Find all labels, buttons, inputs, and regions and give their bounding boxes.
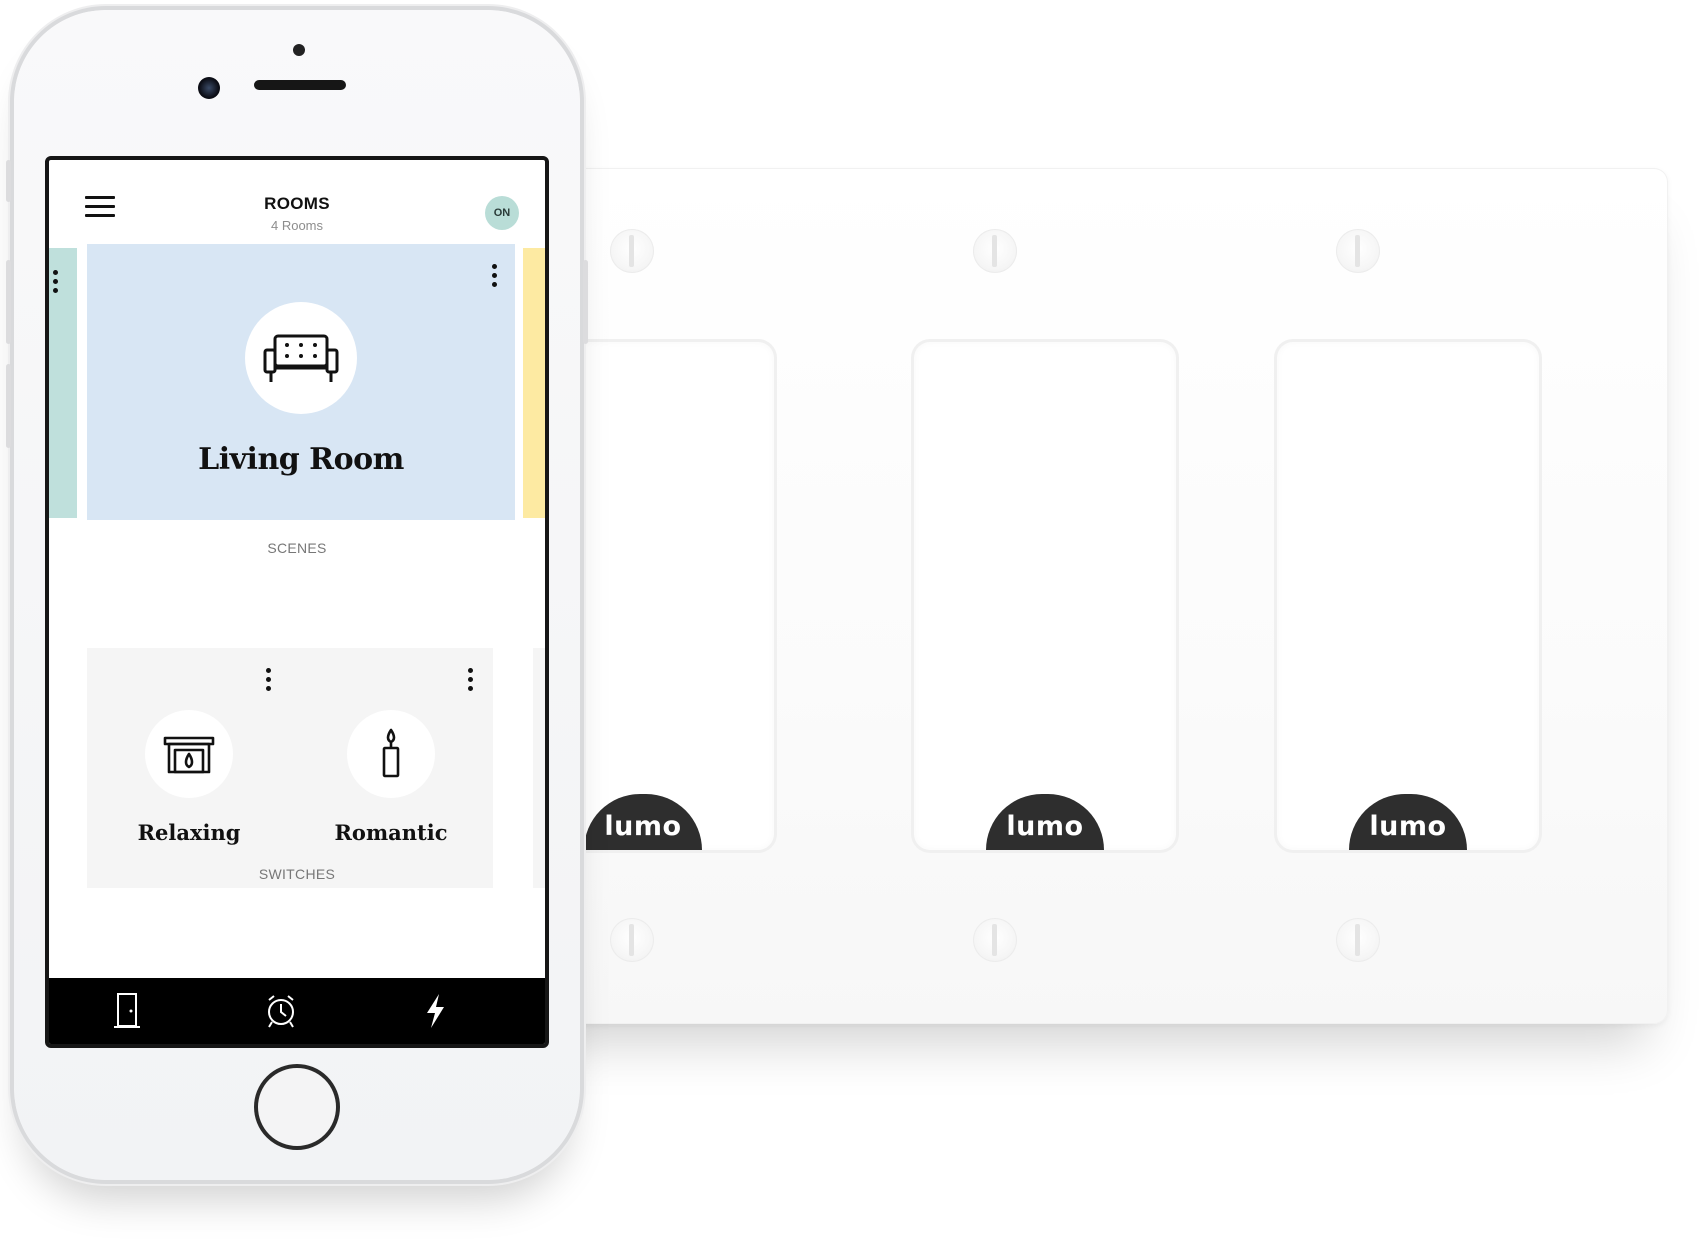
scene-name: Relaxing	[137, 820, 241, 845]
more-options-icon[interactable]	[492, 264, 498, 291]
screw-icon	[610, 229, 654, 273]
power-button	[583, 260, 588, 344]
alarm-clock-icon[interactable]	[261, 992, 301, 1030]
room-card-next[interactable]	[523, 248, 545, 518]
fireplace-icon	[145, 710, 233, 798]
lumo-badge: lumo	[584, 794, 702, 850]
lumo-badge: lumo	[1349, 794, 1467, 850]
room-count: 4 Rooms	[270, 218, 324, 233]
wall-plate: lumo lumo lumo	[512, 168, 1668, 1024]
front-camera-icon	[198, 77, 220, 99]
page-title: ROOMS	[264, 194, 330, 213]
power-status-toggle[interactable]: ON	[485, 196, 519, 230]
screw-icon	[973, 229, 1017, 273]
scenes-heading: SCENES	[267, 540, 327, 556]
volume-down-button	[6, 364, 11, 448]
screw-icon	[973, 918, 1017, 962]
more-options-icon[interactable]	[468, 668, 474, 695]
app-screen: ROOMS 4 Rooms ON Living Room SCENES Rela…	[45, 156, 549, 1048]
lightning-icon[interactable]	[415, 992, 455, 1030]
tab-bar	[49, 978, 545, 1044]
room-name: Living Room	[198, 442, 404, 477]
screw-icon	[1336, 918, 1380, 962]
switches-heading: SWITCHES	[258, 866, 336, 882]
volume-up-button	[6, 260, 11, 344]
proximity-sensor	[293, 44, 305, 56]
scene-name: Romantic	[334, 820, 448, 845]
more-options-icon[interactable]	[266, 668, 272, 695]
earpiece-speaker	[254, 80, 346, 90]
light-switch[interactable]: lumo	[914, 342, 1176, 850]
screw-icon	[610, 918, 654, 962]
screw-icon	[1336, 229, 1380, 273]
mute-switch	[6, 160, 11, 202]
scene-card-romantic[interactable]: Romantic	[289, 648, 493, 888]
room-card-previous[interactable]	[49, 248, 77, 518]
candle-icon	[347, 710, 435, 798]
home-button[interactable]	[254, 1064, 340, 1150]
room-card[interactable]: Living Room	[87, 244, 515, 520]
scene-card-relaxing[interactable]: Relaxing	[87, 648, 291, 888]
light-switch[interactable]: lumo	[1277, 342, 1539, 850]
phone: ROOMS 4 Rooms ON Living Room SCENES Rela…	[6, 10, 588, 1180]
more-options-icon[interactable]	[53, 270, 59, 297]
sofa-icon	[245, 302, 357, 414]
lumo-badge: lumo	[986, 794, 1104, 850]
door-icon[interactable]	[107, 992, 147, 1030]
scene-card-next[interactable]	[533, 648, 545, 888]
